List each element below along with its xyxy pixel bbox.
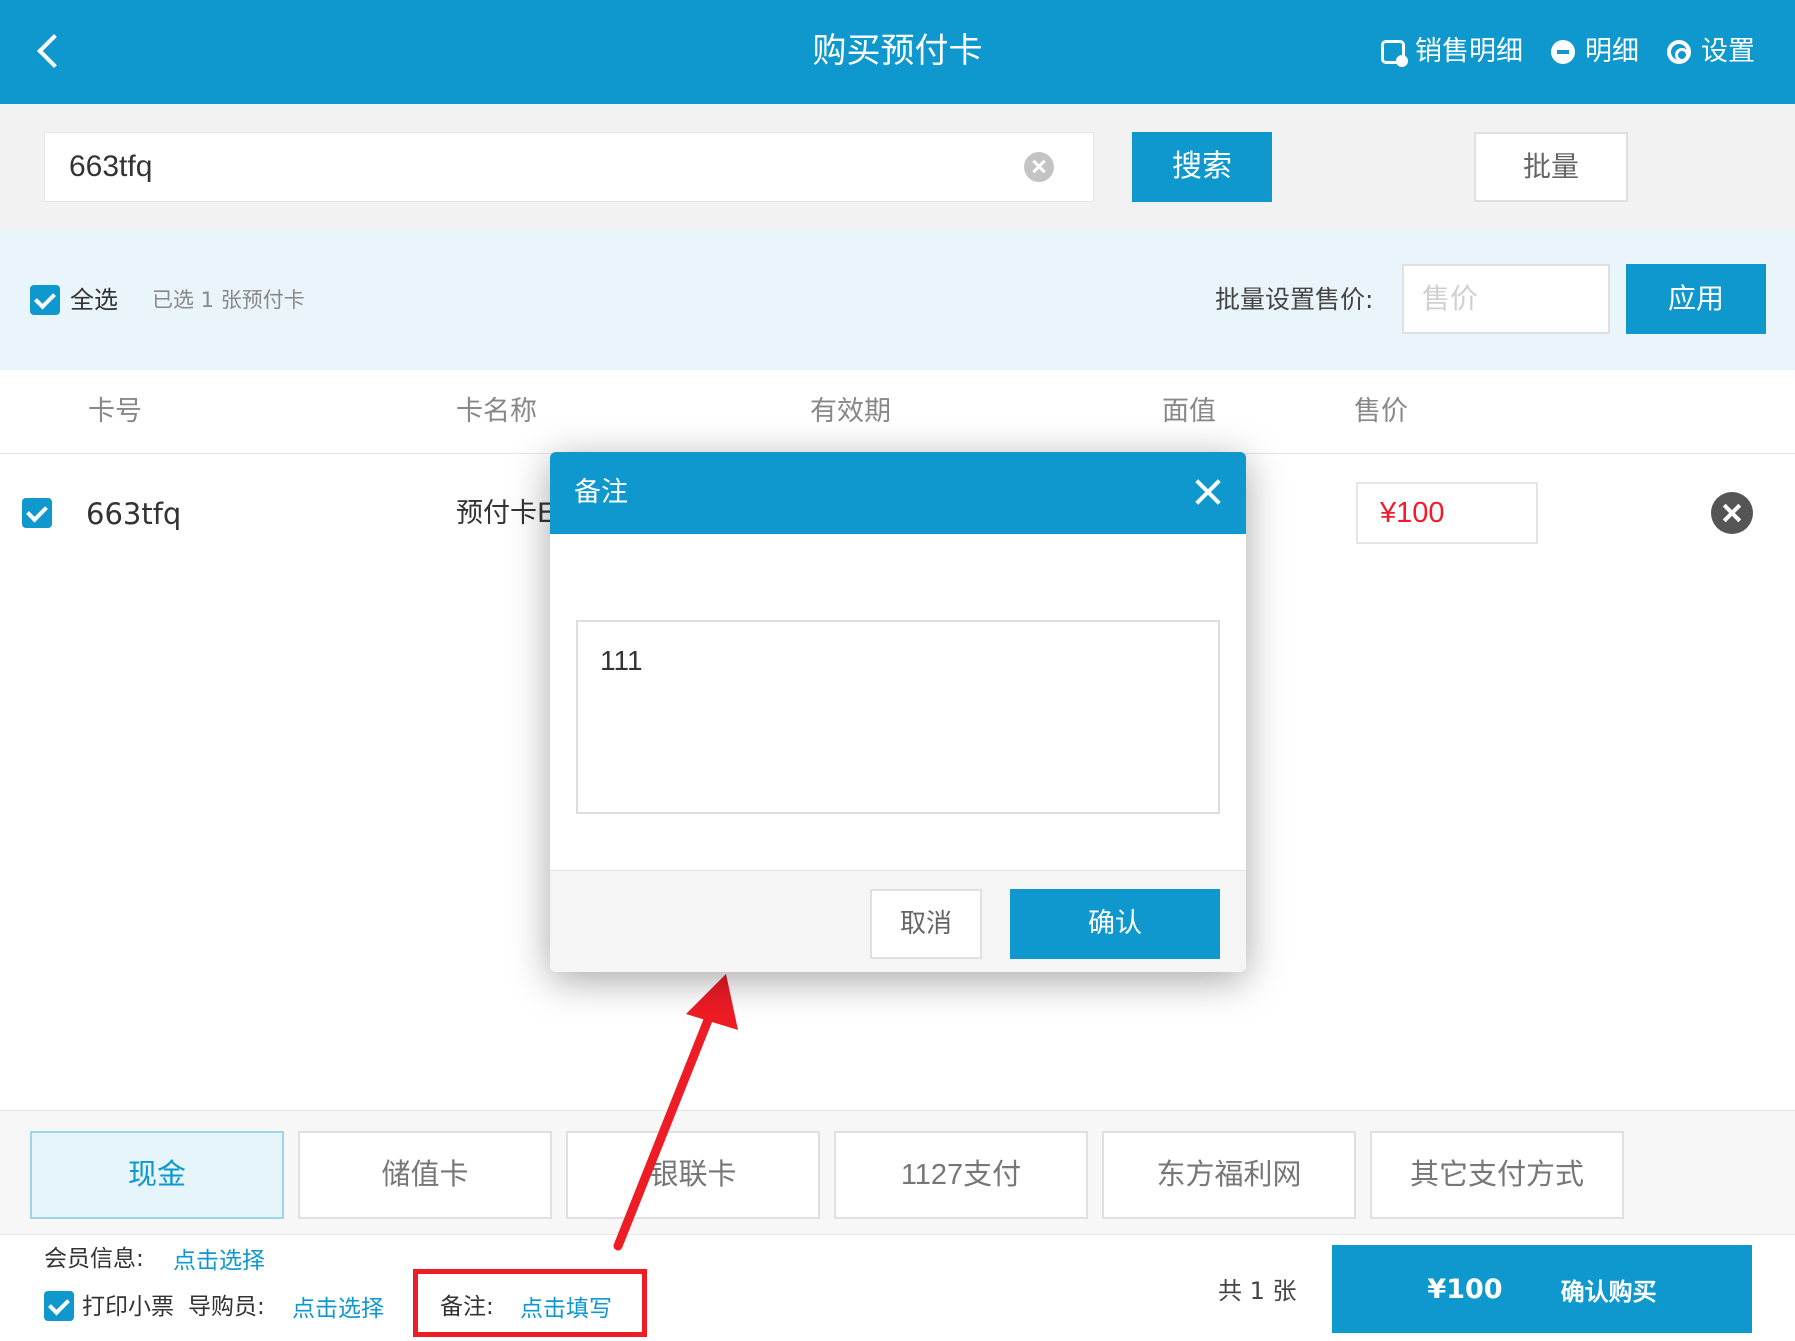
settings-label: 设置 [1701, 36, 1755, 67]
clear-search-icon[interactable] [1024, 152, 1054, 182]
select-all-label: 全选 [70, 286, 118, 314]
pay-cash-button[interactable]: 现金 [30, 1131, 284, 1219]
confirm-purchase-button[interactable]: ¥100 确认购买 [1332, 1245, 1752, 1333]
apply-button[interactable]: 应用 [1626, 264, 1766, 334]
column-validity: 有效期 [810, 396, 891, 427]
row-card-no: 663tfq [86, 497, 182, 531]
shopping-guide-label: 导购员: [188, 1294, 265, 1320]
payment-methods-bar: 现金 储值卡 银联卡 1127支付 东方福利网 其它支付方式 [0, 1110, 1795, 1234]
member-info-label: 会员信息: [44, 1246, 144, 1272]
sales-detail-link[interactable]: 销售明细 [1381, 30, 1523, 74]
dialog-body: 111 [550, 534, 1246, 870]
selection-bar: 全选 已选 1 张预付卡 批量设置售价: 应用 [0, 230, 1795, 370]
row-remove-icon[interactable] [1711, 492, 1753, 534]
remark-textarea[interactable]: 111 [576, 620, 1220, 814]
detail-link[interactable]: 明细 [1551, 30, 1639, 74]
table-header: 卡号 卡名称 有效期 面值 售价 [0, 370, 1795, 454]
batch-price-label: 批量设置售价: [1215, 285, 1374, 314]
detail-icon [1551, 40, 1575, 64]
pay-1127-button[interactable]: 1127支付 [834, 1131, 1088, 1219]
search-input[interactable]: 663tfq [44, 132, 1094, 202]
bottom-bar: 会员信息: 点击选择 打印小票 导购员: 点击选择 备注: 点击填写 共 1 张… [0, 1234, 1795, 1341]
pay-unionpay-button[interactable]: 银联卡 [566, 1131, 820, 1219]
close-icon[interactable] [1192, 476, 1224, 508]
row-price-input[interactable]: ¥100 [1356, 482, 1538, 544]
pay-stored-value-card-button[interactable]: 储值卡 [298, 1131, 552, 1219]
purchase-prepaid-card-window: 购买预付卡 销售明细 明细 设置 663tfq 搜索 批量 全选 已选 1 张预… [0, 0, 1795, 1341]
dialog-cancel-button[interactable]: 取消 [870, 889, 982, 959]
gear-icon [1667, 40, 1691, 64]
search-area: 663tfq 搜索 批量 [0, 104, 1795, 230]
print-receipt-label: 打印小票 [82, 1294, 174, 1320]
row-checkbox[interactable] [22, 498, 52, 528]
select-all-checkbox[interactable] [30, 285, 60, 315]
confirm-purchase-label: 确认购买 [1560, 1277, 1657, 1306]
batch-button[interactable]: 批量 [1474, 132, 1628, 202]
dialog-footer: 取消 确认 [550, 870, 1246, 972]
remark-dialog: 备注 111 取消 确认 [550, 452, 1246, 972]
detail-label: 明细 [1585, 36, 1639, 67]
total-count: 共 1 张 [1218, 1277, 1297, 1305]
shopping-guide-link[interactable]: 点击选择 [292, 1291, 384, 1327]
annotation-highlight-box [413, 1269, 647, 1337]
dialog-title: 备注 [574, 477, 628, 508]
row-card-name: 预付卡E [456, 498, 555, 529]
header-links: 销售明细 明细 设置 [1381, 30, 1755, 74]
sales-detail-label: 销售明细 [1415, 36, 1523, 67]
batch-price-input[interactable] [1402, 264, 1610, 334]
pay-other-methods-button[interactable]: 其它支付方式 [1370, 1131, 1624, 1219]
column-card-name: 卡名称 [456, 396, 537, 427]
pay-dongfang-welfare-button[interactable]: 东方福利网 [1102, 1131, 1356, 1219]
print-receipt-checkbox[interactable] [44, 1291, 74, 1321]
search-button[interactable]: 搜索 [1132, 132, 1272, 202]
header-bar: 购买预付卡 销售明细 明细 设置 [0, 0, 1795, 104]
selected-count-text: 已选 1 张预付卡 [152, 288, 305, 312]
member-select-link[interactable]: 点击选择 [173, 1243, 265, 1279]
sales-detail-icon [1381, 40, 1408, 67]
column-face-value: 面值 [1162, 396, 1216, 427]
total-amount: ¥100 [1427, 1273, 1503, 1305]
dialog-confirm-button[interactable]: 确认 [1010, 889, 1220, 959]
column-card-no: 卡号 [88, 396, 142, 427]
column-price: 售价 [1354, 396, 1408, 427]
dialog-header: 备注 [550, 452, 1246, 534]
settings-link[interactable]: 设置 [1667, 30, 1755, 74]
